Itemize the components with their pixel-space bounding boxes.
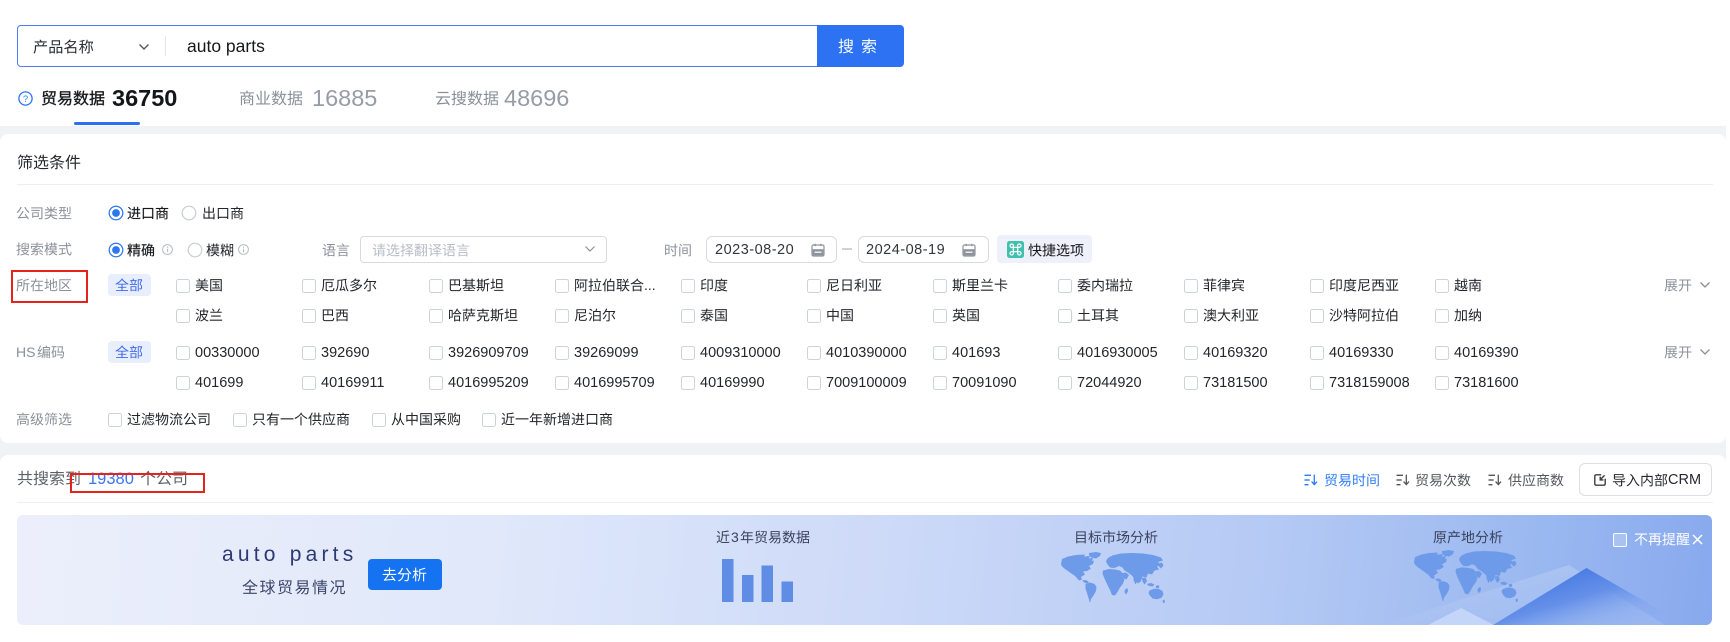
svg-text:?: ? [23,94,28,105]
